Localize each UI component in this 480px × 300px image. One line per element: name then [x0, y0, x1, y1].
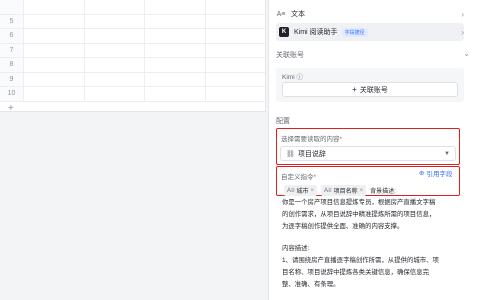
chevron-right-icon: ›	[461, 27, 464, 37]
row-number: 5	[0, 14, 24, 28]
table-row[interactable]: 9	[0, 72, 265, 87]
kimi-logo-icon: K	[279, 27, 289, 37]
plus-circle-icon: ⊕	[419, 170, 425, 177]
remove-tag-icon[interactable]: ×	[360, 188, 364, 194]
shortcut-badge: 字段捷径	[341, 27, 368, 37]
content-select[interactable]: ⛓ 项目说辞 ▼	[280, 146, 456, 161]
row-number: 9	[0, 72, 24, 86]
kimi-account-label: Kimi ⓘ	[282, 74, 303, 81]
link-account-button[interactable]: + 关联账号	[282, 82, 458, 97]
add-row-button[interactable]: +	[0, 102, 265, 116]
spreadsheet-grid: 5 6 7 8 9 10 +	[0, 0, 266, 114]
table-row[interactable]: 10	[0, 87, 265, 102]
field-type-kimi[interactable]: K Kimi 阅读助手 字段捷径 ›	[276, 23, 464, 41]
plus-icon: +	[352, 85, 357, 94]
field-type-label: 文本	[291, 11, 305, 18]
table-row[interactable]	[0, 0, 265, 15]
select-value: 项目说辞	[297, 150, 326, 158]
text-field-icon: A≡	[287, 187, 295, 194]
field-type-label: Kimi 阅读助手	[294, 29, 338, 36]
row-number: 10	[0, 87, 24, 101]
linked-account-heading: 关联账号	[276, 52, 304, 59]
instruction-textarea[interactable]: 你是一个房产项目信息提炼专员，根据房产直播文字稿 的创作需求，从项目说辞中精准提…	[282, 197, 458, 291]
instruction-tags: A≡ 城市 × A≡ 项目名称 × 背景描述:	[284, 185, 396, 196]
field-tag-project-name[interactable]: A≡ 项目名称 ×	[321, 185, 367, 196]
table-row[interactable]: 7	[0, 43, 265, 58]
text-field-icon: A≡	[276, 10, 286, 18]
table-row[interactable]: 8	[0, 58, 265, 73]
custom-instruction-label: 自定义指令*	[281, 174, 317, 181]
table-row[interactable]: 5	[0, 14, 265, 29]
background-desc-text: 背景描述:	[370, 189, 396, 195]
row-number: 6	[0, 29, 24, 43]
row-number: 8	[0, 58, 24, 72]
config-heading: 配置	[276, 118, 290, 125]
row-number: 7	[0, 43, 24, 57]
link-icon: ⛓	[286, 150, 295, 158]
chevron-right-icon: ›	[461, 9, 464, 19]
reference-field-button[interactable]: ⊕ 引用字段	[419, 168, 452, 178]
field-tag-city[interactable]: A≡ 城市 ×	[284, 185, 318, 196]
remove-tag-icon[interactable]: ×	[311, 188, 315, 194]
text-field-icon: A≡	[324, 187, 332, 194]
chevron-down-icon[interactable]: ⌄	[463, 49, 470, 58]
caret-down-icon: ▼	[444, 150, 450, 157]
field-type-text[interactable]: A≡ 文本 ›	[276, 5, 464, 23]
select-content-label: 选择需要读取的内容*	[281, 136, 343, 143]
table-row[interactable]: 6	[0, 29, 265, 44]
